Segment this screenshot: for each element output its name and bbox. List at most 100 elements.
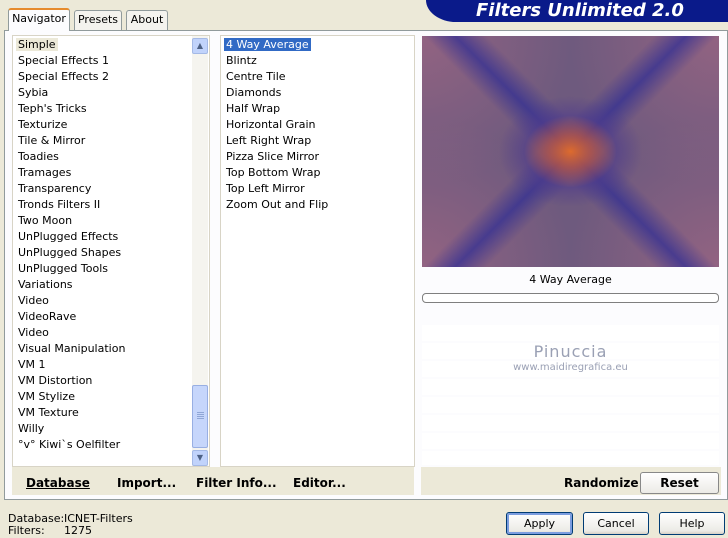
category-label: Texturize [18,118,68,131]
category-label: °v° Kiwi`s Oelfilter [18,438,121,451]
category-item[interactable]: Tile & Mirror [13,133,209,149]
help-button[interactable]: Help [659,512,725,535]
filter-item[interactable]: Blintz [221,53,414,69]
category-item[interactable]: Willy [13,421,209,437]
category-item[interactable]: Special Effects 2 [13,69,209,85]
parameter-row[interactable] [422,433,719,449]
category-label: VM 1 [18,358,46,371]
category-item[interactable]: Variations [13,277,209,293]
filter-label: Top Left Mirror [226,182,305,195]
category-item[interactable]: Tramages [13,165,209,181]
category-item[interactable]: VideoRave [13,309,209,325]
category-scrollbar[interactable]: ▲ ▼ [192,36,208,466]
category-item[interactable]: VM Distortion [13,373,209,389]
reset-button[interactable]: Reset [640,472,719,494]
category-label: Two Moon [18,214,73,227]
filter-label: Zoom Out and Flip [226,198,329,211]
watermark-url: www.maidiregrafica.eu [513,362,628,373]
category-label: VM Texture [18,406,79,419]
category-list[interactable]: Simple Special Effects 1 Special Effects 2… [12,35,210,467]
import-button[interactable]: Import... [117,475,176,491]
category-label: UnPlugged Effects [18,230,119,243]
parameter-row[interactable] [422,379,719,395]
category-label: VM Stylize [18,390,75,403]
filter-item[interactable]: Top Bottom Wrap [221,165,414,181]
filter-label: Blintz [226,54,257,67]
editor-button[interactable]: Editor... [293,475,346,491]
filters-count-value: 1275 [64,524,92,537]
filter-item[interactable]: Top Left Mirror [221,181,414,197]
category-label: Tramages [18,166,72,179]
category-label: Special Effects 1 [18,54,110,67]
filter-item[interactable]: Left Right Wrap [221,133,414,149]
filter-item[interactable]: Pizza Slice Mirror [221,149,414,165]
category-item[interactable]: VM 1 [13,357,209,373]
category-item[interactable]: Simple [13,37,209,53]
scrollbar-thumb[interactable] [192,385,208,448]
parameter-row[interactable] [422,397,719,413]
randomize-button[interactable]: Randomize [564,475,638,491]
preview-filter-name: 4 Way Average [529,273,612,286]
filter-preview-image [422,36,719,267]
filter-label: Horizontal Grain [226,118,316,131]
filter-label: Pizza Slice Mirror [226,150,320,163]
category-item[interactable]: Special Effects 1 [13,53,209,69]
watermark-title: Pinuccia [533,342,608,361]
category-item[interactable]: Texturize [13,117,209,133]
filters-count-label: Filters: [8,524,45,537]
category-label: Video [18,294,49,307]
category-item[interactable]: Sybia [13,85,209,101]
parameter-row[interactable] [422,325,719,341]
filter-item[interactable]: Horizontal Grain [221,117,414,133]
category-item[interactable]: Transparency [13,181,209,197]
filter-item[interactable]: Diamonds [221,85,414,101]
filter-item[interactable]: 4 Way Average [221,37,414,53]
chevron-up-icon[interactable]: ▲ [192,38,208,54]
category-item[interactable]: Tronds Filters II [13,197,209,213]
category-item[interactable]: Toadies [13,149,209,165]
category-item[interactable]: VM Stylize [13,389,209,405]
filter-item[interactable]: Half Wrap [221,101,414,117]
cancel-button[interactable]: Cancel [583,512,649,535]
progress-bar [422,293,719,303]
filter-info-button[interactable]: Filter Info... [196,475,277,491]
category-item[interactable]: Two Moon [13,213,209,229]
database-button[interactable]: Database [26,475,90,491]
filter-label: Half Wrap [226,102,281,115]
tab-navigator[interactable]: Navigator [8,8,70,31]
category-item[interactable]: Teph's Tricks [13,101,209,117]
category-label: Sybia [18,86,49,99]
category-item[interactable]: VM Texture [13,405,209,421]
category-label: VM Distortion [18,374,93,387]
category-label: Variations [18,278,73,291]
filter-list[interactable]: 4 Way Average Blintz Centre Tile Diamonds Ha… [220,35,415,467]
apply-button[interactable]: Apply [506,512,573,535]
category-label: Visual Manipulation [18,342,126,355]
category-item[interactable]: UnPlugged Shapes [13,245,209,261]
category-label: VideoRave [18,310,77,323]
filter-label: 4 Way Average [224,38,311,51]
app-title-banner: Filters Unlimited 2.0 [426,0,728,22]
filter-label: Centre Tile [226,70,286,83]
category-label: Willy [18,422,45,435]
filter-item[interactable]: Centre Tile [221,69,414,85]
category-label: Tile & Mirror [18,134,86,147]
tab-presets[interactable]: Presets [74,10,122,30]
category-label: Video [18,326,49,339]
filter-item[interactable]: Zoom Out and Flip [221,197,414,213]
parameter-row[interactable] [422,415,719,431]
category-label: Transparency [18,182,92,195]
category-item[interactable]: Visual Manipulation [13,341,209,357]
chevron-down-icon[interactable]: ▼ [192,450,208,466]
category-item[interactable]: UnPlugged Tools [13,261,209,277]
category-label: Simple [16,38,58,51]
category-item[interactable]: Video [13,293,209,309]
category-item[interactable]: UnPlugged Effects [13,229,209,245]
category-label: UnPlugged Shapes [18,246,122,259]
category-label: UnPlugged Tools [18,262,108,275]
category-label: Tronds Filters II [18,198,101,211]
parameter-row[interactable] [422,451,719,465]
tab-about[interactable]: About [126,10,168,30]
category-item[interactable]: °v° Kiwi`s Oelfilter [13,437,209,453]
category-item[interactable]: Video [13,325,209,341]
